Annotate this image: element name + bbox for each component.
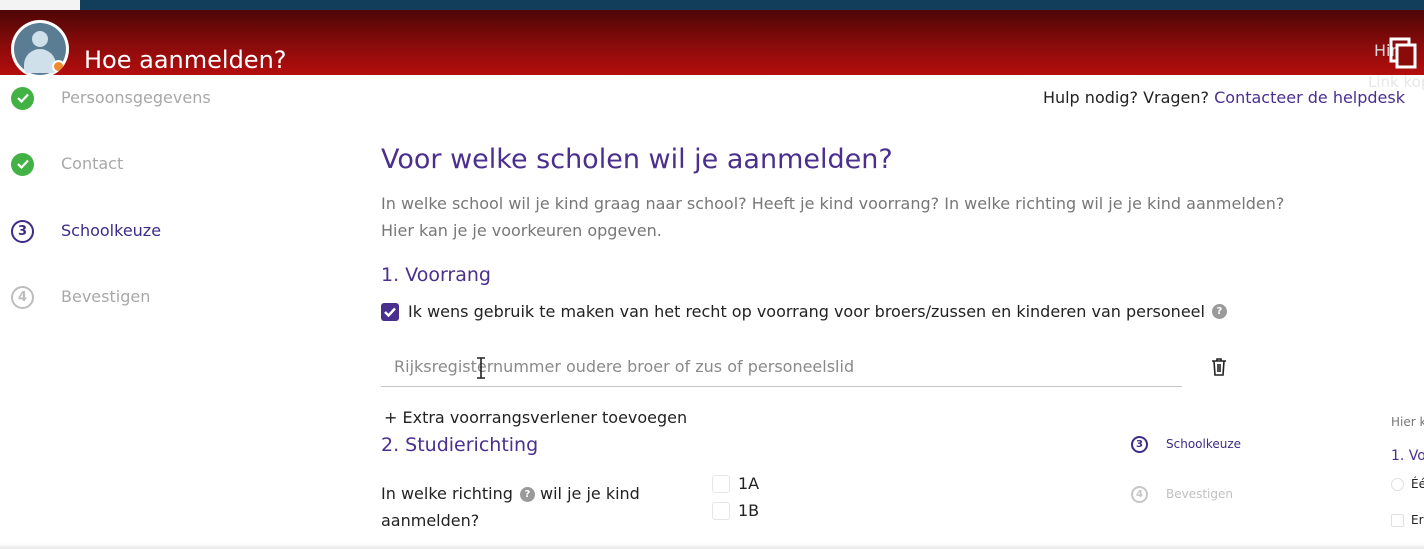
voorrang-checkbox-row[interactable]: Ik wens gebruik te maken van het recht o… [381,302,1227,321]
step-number-icon: 3 [11,219,34,243]
step-label: Bevestigen [61,287,151,306]
step-bevestigen[interactable]: 4 Bevestigen [11,285,150,309]
trash-icon[interactable] [1210,357,1228,377]
step-persoonsgegevens[interactable]: Persoonsgegevens [11,86,211,110]
add-voorrang-link[interactable]: + Extra voorrangsverlener toevoegen [384,408,687,427]
section-studierichting-title: 2. Studierichting [381,434,539,456]
step-label: Schoolkeuze [61,221,162,240]
user-avatar[interactable] [11,20,69,78]
mini-radio [1391,478,1404,491]
option-label: 1A [738,474,760,493]
mini-step-label: Bevestigen [1166,487,1233,501]
richting-question: In welke richting? wil je je kind aanmel… [381,480,671,534]
option-checkbox[interactable] [712,501,730,520]
help-prefix: Hulp nodig? Vragen? [1042,88,1210,107]
app-header: Hoe aanmelden? Hint [0,10,1424,75]
step-label: Persoonsgegevens [61,88,211,107]
option-label: 1B [738,501,760,520]
section-voorrang-title: 1. Voorrang [381,264,491,286]
step-contact[interactable]: Contact [11,152,123,176]
check-circle-icon [11,152,34,176]
mini-hint-text: Hier k [1391,415,1424,429]
top-strip-tab [0,0,80,10]
mini-step-icon: 3 [1131,436,1148,453]
step-schoolkeuze[interactable]: 3 Schoolkeuze [11,219,161,243]
mini-option-2: Er [1411,513,1424,527]
mini-step-schoolkeuze: 3 Schoolkeuze [1131,436,1241,453]
avatar-head [32,31,48,47]
top-strip [0,0,1424,10]
step-label: Contact [61,154,124,173]
mini-section-title: 1. Vo [1391,448,1424,464]
option-checkbox[interactable] [712,474,730,493]
mini-step-bevestigen: 4 Bevestigen [1131,486,1233,503]
option-1b[interactable]: 1B [712,501,759,520]
bottom-shadow [0,543,1424,549]
page-header-title: Hoe aanmelden? [84,46,287,74]
mini-checkbox [1391,514,1404,527]
question-circle-icon[interactable]: ? [519,487,535,502]
avatar-body [24,49,56,73]
step-number-icon: 4 [11,285,34,309]
mini-step-icon: 4 [1131,486,1148,503]
mini-step-label: Schoolkeuze [1166,437,1242,451]
option-1a[interactable]: 1A [712,474,759,493]
help-line: Hulp nodig? Vragen? Contacteer de helpde… [1043,88,1405,107]
link-copy-label[interactable]: Link kopie [1368,73,1424,91]
intro-text: In welke school wil je kind graag naar s… [381,194,1285,240]
text-cursor-icon [477,357,485,379]
mini-option-1: Éé [1411,477,1424,491]
richting-question-part1: In welke richting [381,484,513,503]
avatar-status-dot [52,60,65,73]
mini-preview-panel: 3 Schoolkeuze 4 Bevestigen Hier k 1. Vo … [1123,415,1424,549]
check-circle-icon [11,86,34,110]
copy-icon[interactable] [1387,37,1417,69]
question-circle-icon[interactable]: ? [1211,304,1227,319]
rijksregisternummer-input[interactable] [381,347,1182,387]
page-title: Voor welke scholen wil je aanmelden? [381,144,893,175]
voorrang-checkbox[interactable] [381,302,399,321]
voorrang-checkbox-label: Ik wens gebruik te maken van het recht o… [408,302,1205,321]
